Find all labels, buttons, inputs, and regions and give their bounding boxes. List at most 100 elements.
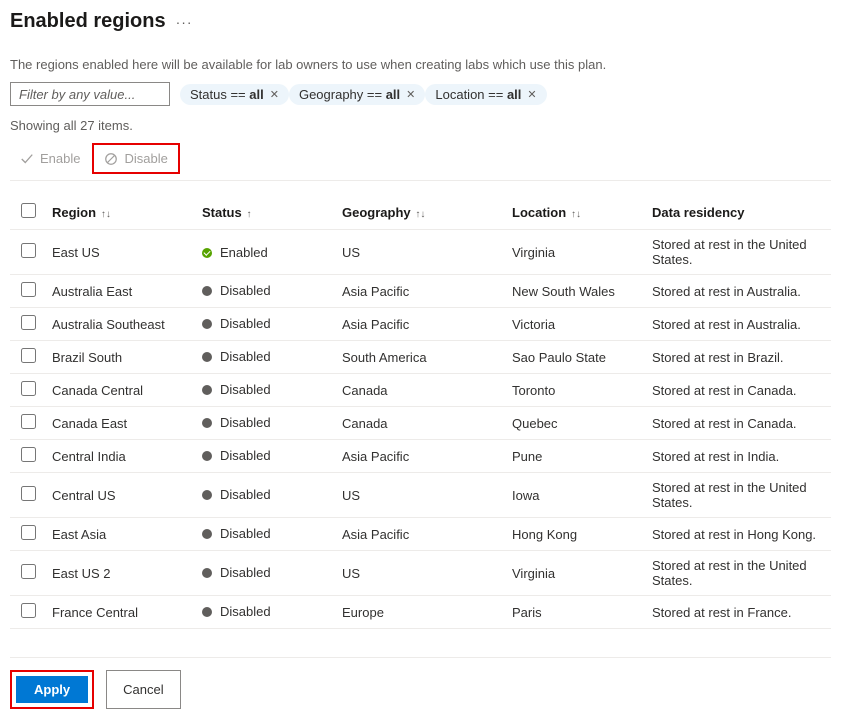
status-text: Disabled [220,415,271,430]
description-text: The regions enabled here will be availab… [10,57,831,72]
close-icon[interactable]: ✕ [527,88,536,101]
col-location[interactable]: Location ↑↓ [506,195,646,230]
filter-input[interactable] [10,82,170,106]
row-checkbox[interactable] [21,486,36,501]
status-dot-icon [202,248,212,258]
cell-status: Disabled [202,382,271,397]
status-dot-icon [202,490,212,500]
filter-chip-geography[interactable]: Geography == all ✕ [289,84,425,105]
table-row: Canada CentralDisabledCanadaTorontoStore… [10,374,831,407]
row-checkbox[interactable] [21,315,36,330]
sort-icon: ↑↓ [568,209,581,220]
status-text: Disabled [220,487,271,502]
cell-status: Disabled [202,415,271,430]
row-checkbox[interactable] [21,525,36,540]
cell-residency: Stored at rest in Canada. [646,407,831,440]
cell-region: Canada Central [46,374,196,407]
disable-label: Disable [124,151,167,166]
cell-status: Disabled [202,526,271,541]
row-checkbox[interactable] [21,348,36,363]
status-dot-icon [202,451,212,461]
table-row: Central IndiaDisabledAsia PacificPuneSto… [10,440,831,473]
filter-chip-location[interactable]: Location == all✕ [425,84,546,105]
row-checkbox[interactable] [21,414,36,429]
close-icon[interactable]: ✕ [270,88,279,101]
apply-button[interactable]: Apply [16,676,88,703]
status-dot-icon [202,286,212,296]
row-checkbox[interactable] [21,243,36,258]
cell-residency: Stored at rest in Australia. [646,275,831,308]
cell-location: Victoria [506,308,646,341]
chip-text: Geography == all [299,87,400,102]
row-checkbox[interactable] [21,603,36,618]
more-icon[interactable]: ··· [176,14,193,30]
table-row: East USEnabledUSVirginiaStored at rest i… [10,230,831,275]
status-dot-icon [202,607,212,617]
status-text: Disabled [220,526,271,541]
cell-residency: Stored at rest in Hong Kong. [646,518,831,551]
col-status[interactable]: Status ↑ [196,195,336,230]
cell-location: Pune [506,440,646,473]
cell-location: Virginia [506,551,646,596]
status-text: Disabled [220,349,271,364]
select-all-checkbox[interactable] [21,203,36,218]
status-dot-icon [202,319,212,329]
cell-location: Sao Paulo State [506,341,646,374]
regions-table: Region ↑↓ Status ↑ Geography ↑↓ Location… [10,195,831,629]
cell-residency: Stored at rest in Canada. [646,374,831,407]
enable-label: Enable [40,151,80,166]
cell-status: Disabled [202,487,271,502]
sort-asc-icon: ↑ [244,209,252,220]
cell-region: France Central [46,596,196,629]
cell-location: Iowa [506,473,646,518]
cell-geography: Asia Pacific [336,440,506,473]
col-region[interactable]: Region ↑↓ [46,195,196,230]
cell-location: Quebec [506,407,646,440]
status-text: Disabled [220,382,271,397]
cell-status: Disabled [202,448,271,463]
enable-button[interactable]: Enable [10,143,90,174]
table-row: Australia East Disabled Asia PacificNew So… [10,275,831,308]
row-checkbox[interactable] [21,282,36,297]
table-row: Central USDisabledUSIowaStored at rest i… [10,473,831,518]
status-dot-icon [202,568,212,578]
cell-status: Disabled [202,604,271,619]
chip-text: Status == all [190,87,264,102]
table-row: Brazil South Disabled South AmericaSao Pau… [10,341,831,374]
cell-geography: South America [336,341,506,374]
status-text: Disabled [220,283,271,298]
table-row: France CentralDisabledEuropeParisStored … [10,596,831,629]
row-checkbox[interactable] [21,564,36,579]
cell-geography: US [336,551,506,596]
cell-location: Virginia [506,230,646,275]
prohibit-icon [104,152,118,166]
cell-region: Canada East [46,407,196,440]
cell-geography: Asia Pacific [336,275,506,308]
page-title: Enabled regions [10,10,166,33]
disable-button[interactable]: Disable [94,145,177,172]
status-text: Enabled [220,245,268,260]
status-text: Disabled [220,316,271,331]
row-checkbox[interactable] [21,381,36,396]
cell-geography: Europe [336,596,506,629]
col-residency[interactable]: Data residency [646,195,831,230]
cell-status: Enabled [202,245,268,260]
cell-residency: Stored at rest in Australia. [646,308,831,341]
status-dot-icon [202,529,212,539]
filter-chip-status[interactable]: Status == all ✕ [180,84,289,105]
cell-region: Brazil South [46,341,196,374]
close-icon[interactable]: ✕ [406,88,415,101]
cell-location: Hong Kong [506,518,646,551]
cell-region: Central US [46,473,196,518]
col-residency-label: Data residency [652,205,745,220]
cell-location: New South Wales [506,275,646,308]
status-dot-icon [202,418,212,428]
cell-region: Australia East [46,275,196,308]
table-row: Canada EastDisabledCanadaQuebecStored at… [10,407,831,440]
status-dot-icon [202,385,212,395]
col-status-label: Status [202,205,242,220]
status-text: Disabled [220,604,271,619]
col-geography[interactable]: Geography ↑↓ [336,195,506,230]
row-checkbox[interactable] [21,447,36,462]
cancel-button[interactable]: Cancel [106,670,180,709]
